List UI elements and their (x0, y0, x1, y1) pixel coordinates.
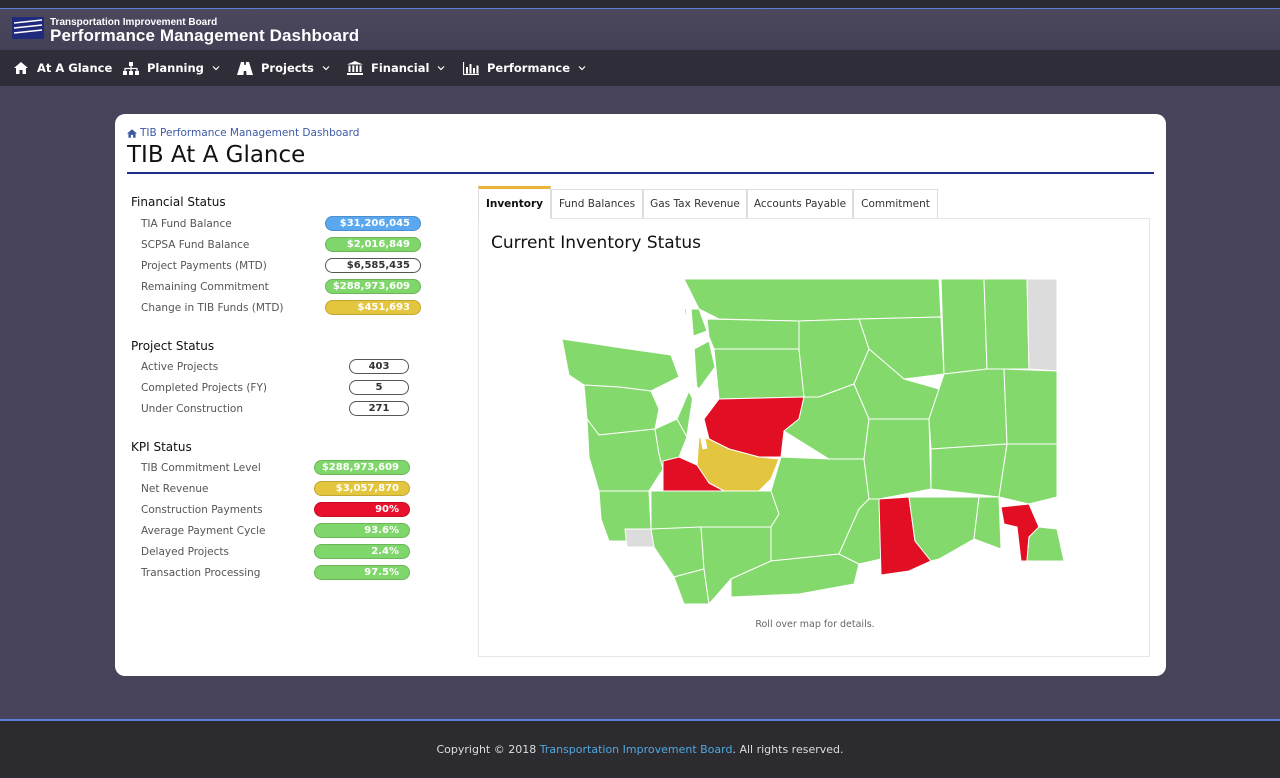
top-strip (0, 0, 1280, 9)
financial-value-pill: $288,973,609 (325, 279, 421, 294)
financial-value-pill: $6,585,435 (325, 258, 421, 273)
breadcrumb-label: TIB Performance Management Dashboard (140, 127, 360, 139)
nav-label: Financial (371, 61, 430, 75)
county-whitman[interactable] (998, 443, 1058, 505)
nav-label: Projects (261, 61, 314, 75)
chevron-down-icon (212, 64, 220, 72)
kpi-row-label: Average Payment Cycle (141, 525, 266, 537)
financial-row-label: Project Payments (MTD) (141, 260, 267, 272)
kpi-value-pill: $288,973,609 (314, 460, 410, 475)
tab-inventory[interactable]: Inventory (478, 186, 551, 219)
county-jefferson[interactable] (583, 384, 660, 436)
main-nav: At A Glance Planning Projects Financial … (0, 50, 1280, 86)
nav-label: Planning (147, 61, 204, 75)
project-value-pill: 271 (349, 401, 409, 416)
project-row-label: Active Projects (141, 361, 219, 373)
financial-row-label: Change in TIB Funds (MTD) (141, 302, 284, 314)
kpi-value-pill: 2.4% (314, 544, 410, 559)
kpi-row-label: Delayed Projects (141, 546, 229, 558)
financial-row-label: TIA Fund Balance (141, 218, 232, 230)
kpi-status-heading: KPI Status (131, 440, 192, 454)
county-grant[interactable] (863, 418, 932, 500)
county-columbia[interactable] (973, 496, 1002, 550)
tab-commitment[interactable]: Commitment (853, 189, 938, 218)
bar-chart-icon (463, 61, 479, 75)
county-wahkiakum[interactable] (624, 528, 655, 548)
kpi-row-label: Net Revenue (141, 483, 209, 495)
project-value-pill: 403 (349, 359, 409, 374)
county-cowlitz[interactable] (650, 526, 705, 578)
county-whatcom[interactable] (683, 279, 942, 322)
home-icon (13, 61, 29, 75)
nav-planning[interactable]: Planning (123, 50, 220, 86)
county-lincoln[interactable] (928, 368, 1008, 450)
dashboard-card: TIB Performance Management Dashboard TIB… (115, 114, 1166, 676)
tab-accounts-payable[interactable]: Accounts Payable (747, 189, 853, 218)
map-instruction: Roll over map for details. (755, 619, 875, 630)
bank-icon (347, 61, 363, 75)
chevron-down-icon (578, 64, 586, 72)
county-stevens[interactable] (983, 279, 1030, 370)
copyright-prefix: Copyright © 2018 (436, 743, 540, 756)
nav-projects[interactable]: Projects (237, 50, 330, 86)
sitemap-icon (123, 61, 139, 75)
county-snohomish[interactable] (713, 348, 805, 400)
financial-value-pill: $451,693 (325, 300, 421, 315)
kpi-row-label: Construction Payments (141, 504, 263, 516)
financial-row-label: Remaining Commitment (141, 281, 269, 293)
title-divider (127, 172, 1154, 174)
nav-label: Performance (487, 61, 571, 75)
breadcrumb[interactable]: TIB Performance Management Dashboard (127, 127, 359, 139)
tib-link[interactable]: Transportation Improvement Board (540, 743, 733, 756)
tab-fund-balances[interactable]: Fund Balances (551, 189, 643, 218)
project-status-heading: Project Status (131, 339, 215, 353)
county-ferry[interactable] (940, 279, 988, 375)
county-pend-oreille[interactable] (1026, 279, 1058, 372)
brand-header: Transportation Improvement Board Perform… (0, 9, 1280, 50)
project-row-label: Under Construction (141, 403, 243, 415)
copyright-text: Copyright © 2018 Transportation Improvem… (0, 743, 1280, 756)
nav-label: At A Glance (37, 61, 113, 75)
financial-value-pill: $31,206,045 (325, 216, 421, 231)
panel-title: Current Inventory Status (491, 233, 702, 253)
app-title: Performance Management Dashboard (50, 26, 360, 45)
financial-row-label: SCPSA Fund Balance (141, 239, 250, 251)
chevron-down-icon (322, 64, 330, 72)
kpi-row-label: TIB Commitment Level (141, 462, 261, 474)
county-lewis[interactable] (650, 490, 780, 530)
kpi-value-pill: 97.5% (314, 565, 410, 580)
home-icon (127, 128, 137, 138)
kpi-value-pill: $3,057,870 (314, 481, 410, 496)
road-icon (237, 61, 253, 75)
county-clallam[interactable] (561, 338, 680, 392)
copyright-suffix: . All rights reserved. (732, 743, 844, 756)
kpi-row-label: Transaction Processing (141, 567, 261, 579)
chevron-down-icon (437, 64, 445, 72)
project-row-label: Completed Projects (FY) (141, 382, 267, 394)
nav-at-a-glance[interactable]: At A Glance (13, 50, 112, 86)
financial-value-pill: $2,016,849 (325, 237, 421, 252)
footer: Copyright © 2018 Transportation Improvem… (0, 721, 1280, 778)
nav-performance[interactable]: Performance (463, 50, 586, 86)
inventory-panel: Current Inventory Status Roll over map f… (478, 218, 1150, 657)
financial-status-heading: Financial Status (131, 195, 226, 209)
kpi-value-pill: 90% (314, 502, 410, 517)
kpi-value-pill: 93.6% (314, 523, 410, 538)
tib-logo (12, 17, 44, 39)
project-value-pill: 5 (349, 380, 409, 395)
washington-county-map[interactable] (559, 279, 1069, 609)
county-spokane[interactable] (1003, 368, 1058, 445)
county-skagit[interactable] (706, 318, 800, 350)
county-adams[interactable] (930, 443, 1008, 498)
nav-financial[interactable]: Financial (347, 50, 445, 86)
page-title: TIB At A Glance (127, 142, 306, 168)
tab-gas-tax-revenue[interactable]: Gas Tax Revenue (643, 189, 747, 218)
